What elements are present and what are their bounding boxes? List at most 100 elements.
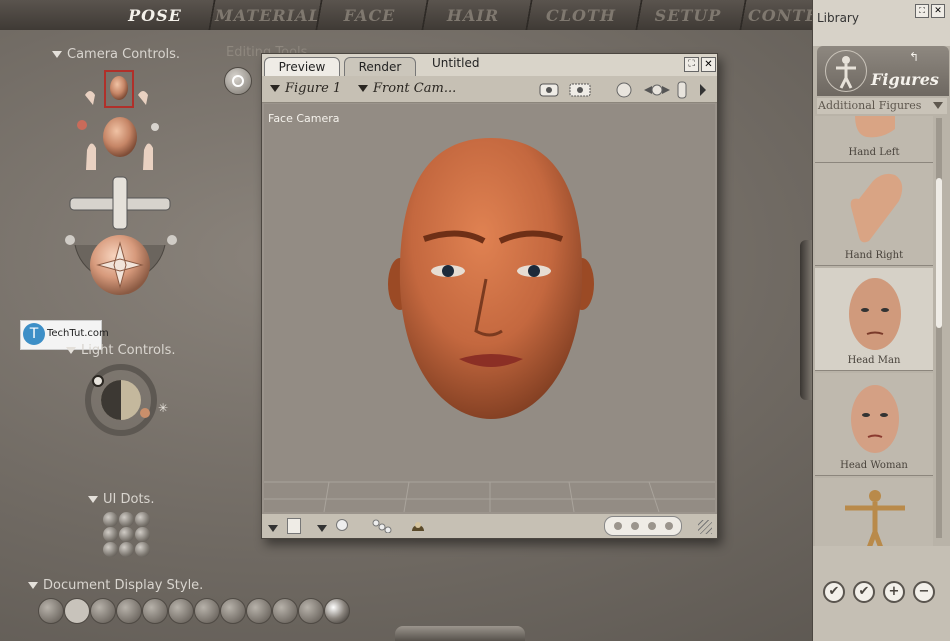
ui-dot[interactable] xyxy=(103,542,118,557)
tab-cloth[interactable]: CLOTH xyxy=(532,2,630,28)
tab-hair[interactable]: HAIR xyxy=(428,2,518,28)
editing-tool-rotate-icon[interactable] xyxy=(224,67,252,95)
display-style-wireframe-icon[interactable] xyxy=(90,598,116,624)
camera-trackball-head-icon[interactable] xyxy=(103,117,137,157)
watermark-icon: T xyxy=(23,323,45,345)
3d-viewport[interactable]: Face Camera xyxy=(264,104,715,512)
tab-setup[interactable]: SETUP xyxy=(642,2,734,28)
close-icon[interactable]: ✕ xyxy=(701,57,716,72)
display-style-lit-wireframe-icon[interactable] xyxy=(142,598,168,624)
library-item-head-man[interactable]: Head Man xyxy=(815,268,933,371)
library-title: Library xyxy=(817,11,859,25)
camera-rotate-toolbar-icon[interactable] xyxy=(616,82,632,98)
shadow-dropdown[interactable] xyxy=(317,518,332,537)
display-style-flat-lined-icon[interactable] xyxy=(194,598,220,624)
view-options-dropdown[interactable] xyxy=(268,518,283,537)
apply-multiple-library-button[interactable]: ✔ xyxy=(853,581,875,603)
memory-dots-tray[interactable] xyxy=(395,626,525,641)
camera-rotate-icon[interactable] xyxy=(77,120,87,130)
tab-render[interactable]: Render xyxy=(344,57,416,78)
light-controls-widget[interactable]: ✳ xyxy=(84,364,174,438)
camera-face-select-icon[interactable] xyxy=(104,70,134,108)
display-style-flat-shaded-icon[interactable] xyxy=(168,598,194,624)
camera-select[interactable]: Front Cam... xyxy=(358,81,456,96)
display-style-smooth-shaded-icon[interactable] xyxy=(272,598,298,624)
ui-dot[interactable] xyxy=(135,512,150,527)
lighting-icon[interactable] xyxy=(410,518,426,532)
maximize-icon[interactable]: ⛶ xyxy=(915,4,929,18)
display-style-texture-shaded-icon[interactable] xyxy=(324,598,350,624)
camera-translate-cross-icon[interactable] xyxy=(69,176,171,230)
display-style-cartoon-lined-icon[interactable] xyxy=(246,598,272,624)
light-handle-icon[interactable] xyxy=(140,408,150,418)
camera-move-yz-icon[interactable] xyxy=(143,143,153,170)
add-to-library-button[interactable]: + xyxy=(883,581,905,603)
light-controls-header[interactable]: Light Controls. xyxy=(66,343,175,358)
tab-pose[interactable]: POSE xyxy=(110,2,200,28)
new-camera-icon[interactable] xyxy=(569,83,591,97)
light-handle-icon[interactable] xyxy=(92,375,104,387)
ui-dot[interactable] xyxy=(103,512,118,527)
document-display-style-header[interactable]: Document Display Style. xyxy=(28,578,203,593)
display-preset-dots[interactable] xyxy=(604,516,682,536)
document-toolbar: Figure 1 Front Cam... xyxy=(262,76,717,103)
toolbar-more-icon[interactable] xyxy=(700,84,706,96)
ground-shadow-icon[interactable] xyxy=(372,518,392,534)
tab-preview[interactable]: Preview xyxy=(264,57,340,78)
library-drawer-handle[interactable] xyxy=(800,240,812,400)
remove-from-library-button[interactable]: − xyxy=(913,581,935,603)
ui-dot[interactable] xyxy=(119,527,134,542)
maximize-icon[interactable]: ⛶ xyxy=(684,57,699,72)
head-man-figure[interactable] xyxy=(388,138,594,419)
library-item-hand-right[interactable]: Hand Right xyxy=(815,163,933,266)
display-style-smooth-lined-icon[interactable] xyxy=(298,598,324,624)
library-item-hand-left[interactable]: Hand Left xyxy=(815,116,933,163)
dropdown-triangle-icon xyxy=(317,525,327,532)
apply-library-preset-button[interactable]: ✔ xyxy=(823,581,845,603)
figures-category-icon xyxy=(825,50,867,92)
tab-material[interactable]: MATERIAL xyxy=(215,2,320,28)
camera-scale-toolbar-icon[interactable] xyxy=(677,81,687,99)
camera-move-toolbar-icon[interactable] xyxy=(644,84,670,96)
background-color-swatch[interactable] xyxy=(287,518,301,534)
library-subcategory-dropdown[interactable]: Additional Figures xyxy=(817,98,947,114)
light-controls-label: Light Controls. xyxy=(81,343,176,358)
ui-dot[interactable] xyxy=(135,542,150,557)
library-scrollbar-track[interactable] xyxy=(936,118,942,538)
ui-dot[interactable] xyxy=(135,527,150,542)
document-display-style-label: Document Display Style. xyxy=(43,578,204,593)
ui-dot[interactable] xyxy=(119,542,134,557)
ui-dot[interactable] xyxy=(119,512,134,527)
camera-hand-right-icon[interactable] xyxy=(138,91,148,105)
render-settings-icon[interactable] xyxy=(539,83,559,97)
camera-hand-left-icon[interactable] xyxy=(85,91,95,105)
library-title-bar: Library ⛶ ✕ xyxy=(813,0,950,46)
ui-dots-header[interactable]: UI Dots. xyxy=(88,492,154,507)
go-up-icon[interactable]: ↰ xyxy=(909,50,919,64)
display-style-outline-icon[interactable] xyxy=(64,598,90,624)
tab-face[interactable]: FACE xyxy=(322,2,417,28)
room-tab-bar: POSE MATERIAL FACE HAIR CLOTH SETUP CONT… xyxy=(0,0,812,30)
head-man-thumbnail xyxy=(849,278,901,350)
library-category-header[interactable]: ↰ Figures xyxy=(817,46,949,96)
light-create-icon[interactable]: ✳ xyxy=(158,401,168,415)
ui-dot[interactable] xyxy=(103,527,118,542)
close-icon[interactable]: ✕ xyxy=(931,4,945,18)
camera-controls-header[interactable]: Camera Controls. xyxy=(52,47,180,62)
mannequin-thumbnail xyxy=(845,490,905,546)
tab-content[interactable]: CONTE xyxy=(748,2,812,28)
library-scrollbar-thumb[interactable] xyxy=(936,178,942,328)
head-woman-thumbnail xyxy=(851,385,899,453)
camera-roll-icon[interactable] xyxy=(151,123,159,131)
camera-controls-widget xyxy=(65,70,177,295)
display-style-hidden-line-icon[interactable] xyxy=(116,598,142,624)
display-style-silhouette-icon[interactable] xyxy=(38,598,64,624)
ground-plane-grid xyxy=(264,481,715,512)
display-style-cartoon-icon[interactable] xyxy=(220,598,246,624)
shadow-ball-icon[interactable] xyxy=(336,519,348,531)
library-item-mannequin[interactable] xyxy=(815,478,933,546)
figure-select[interactable]: Figure 1 xyxy=(270,81,341,96)
camera-move-xz-icon[interactable] xyxy=(86,143,96,170)
library-item-head-woman[interactable]: Head Woman xyxy=(815,373,933,476)
resize-handle-icon[interactable] xyxy=(698,520,712,534)
